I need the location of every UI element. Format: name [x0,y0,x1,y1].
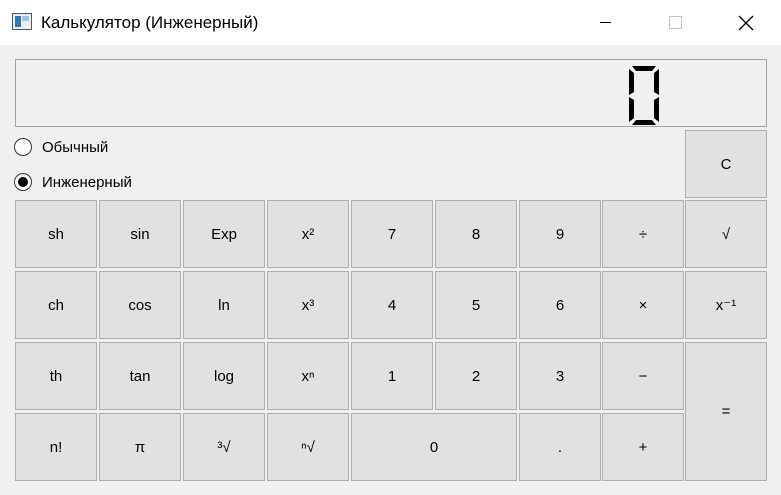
clear-button[interactable]: C [685,130,767,198]
sin-button[interactable]: sin [99,200,181,268]
cube-root-button[interactable]: ³√ [183,413,265,481]
title-bar: Калькулятор (Инженерный) [0,0,781,45]
radio-circle-icon [14,138,32,156]
close-button[interactable] [723,0,769,45]
maximize-button[interactable] [652,0,698,45]
digit-8-button[interactable]: 8 [435,200,517,268]
radio-mode-standard[interactable]: Обычный [14,136,108,158]
power-button[interactable]: xⁿ [267,342,349,410]
multiply-button[interactable]: × [602,271,684,339]
minimize-icon [599,22,611,23]
radio-label: Обычный [42,138,109,156]
minimize-button[interactable] [582,0,628,45]
digit-3-button[interactable]: 3 [519,342,601,410]
exp-button[interactable]: Exp [183,200,265,268]
maximize-icon [668,16,682,29]
display-digit [629,66,659,125]
sh-button[interactable]: sh [15,200,97,268]
divide-button[interactable]: ÷ [602,200,684,268]
equals-button[interactable]: = [685,342,767,481]
tan-button[interactable]: tan [99,342,181,410]
subtract-button[interactable]: − [602,342,684,410]
reciprocal-button[interactable]: x⁻¹ [685,271,767,339]
cube-button[interactable]: x³ [267,271,349,339]
th-button[interactable]: th [15,342,97,410]
nth-root-button[interactable]: ⁿ√ [267,413,349,481]
calculator-app-icon [12,13,32,30]
digit-5-button[interactable]: 5 [435,271,517,339]
radio-label: Инженерный [42,173,132,191]
digit-7-button[interactable]: 7 [351,200,433,268]
digit-6-button[interactable]: 6 [519,271,601,339]
sqrt-button[interactable]: √ [685,200,767,268]
square-button[interactable]: x² [267,200,349,268]
digit-9-button[interactable]: 9 [519,200,601,268]
radio-mode-engineering[interactable]: Инженерный [14,171,132,193]
digit-0-button[interactable]: 0 [351,413,517,481]
decimal-point-button[interactable]: . [519,413,601,481]
lcd-display: 0 [15,59,767,127]
radio-circle-icon [14,173,32,191]
pi-button[interactable]: π [99,413,181,481]
digit-4-button[interactable]: 4 [351,271,433,339]
digit-2-button[interactable]: 2 [435,342,517,410]
digit-1-button[interactable]: 1 [351,342,433,410]
close-icon [738,15,754,30]
ch-button[interactable]: ch [15,271,97,339]
cos-button[interactable]: cos [99,271,181,339]
log-button[interactable]: log [183,342,265,410]
ln-button[interactable]: ln [183,271,265,339]
radio-selected-dot-icon [18,177,28,187]
add-button[interactable]: + [602,413,684,481]
factorial-button[interactable]: n! [15,413,97,481]
window-title: Калькулятор (Инженерный) [41,13,259,32]
